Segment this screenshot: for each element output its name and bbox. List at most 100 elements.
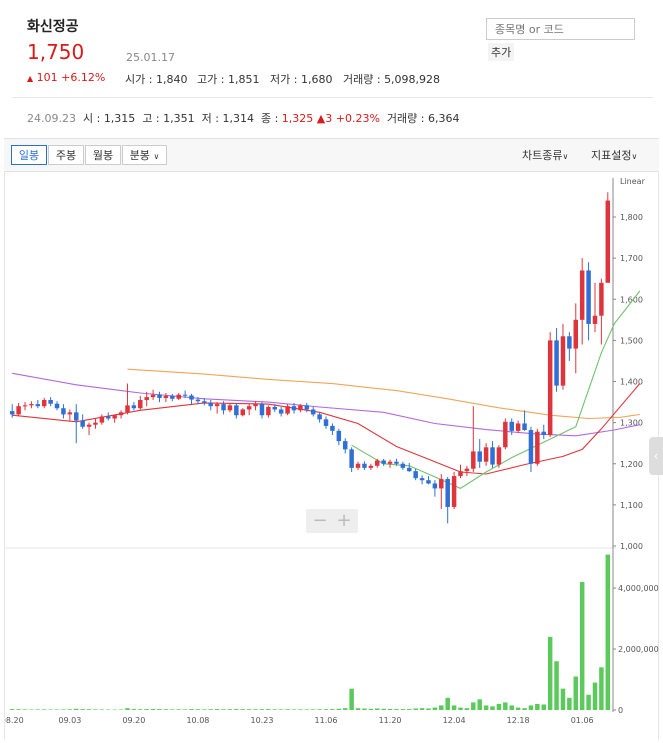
- candle-body: [509, 421, 514, 431]
- candle-body: [387, 461, 393, 464]
- candle-body: [445, 478, 450, 507]
- add-button[interactable]: 추가: [488, 43, 515, 61]
- candle-body: [125, 405, 130, 413]
- candle-body: [426, 480, 431, 484]
- volume-bar: [234, 709, 239, 710]
- candle-body: [573, 319, 579, 349]
- volume-bar: [560, 688, 566, 710]
- up-arrow-icon: ▲: [27, 74, 34, 83]
- chevron-left-icon: ‹: [653, 449, 659, 463]
- candlestick-chart[interactable]: Linear1,8001,7001,6001,5001,4001,3001,20…: [5, 172, 660, 740]
- candle-body: [131, 405, 137, 409]
- volume-bar: [93, 709, 98, 710]
- volume-bar: [362, 708, 367, 710]
- candle-body: [266, 407, 271, 416]
- low-price: 저가 : 1,680: [270, 73, 333, 86]
- volume-bar: [599, 667, 604, 710]
- candle-body: [182, 394, 188, 396]
- volume-bar: [541, 704, 546, 710]
- candle-body: [61, 408, 66, 415]
- candle-body: [464, 468, 470, 472]
- candle-body: [336, 430, 342, 442]
- candle-body: [458, 471, 463, 477]
- volume-bar: [41, 709, 47, 710]
- candle-body: [400, 463, 406, 468]
- volume-bar: [170, 709, 175, 710]
- zoom-in-button[interactable]: +: [332, 511, 356, 531]
- indicator-menu[interactable]: 지표설정∨: [591, 147, 637, 163]
- candle-body: [285, 406, 290, 414]
- candle-body: [451, 476, 457, 507]
- candle-body: [259, 404, 265, 416]
- candle-body: [93, 422, 98, 425]
- price-tick-label: 1,400: [620, 378, 643, 387]
- tab-daily[interactable]: 일봉: [11, 145, 47, 165]
- zoom-out-button[interactable]: −: [308, 511, 332, 531]
- volume-bar: [445, 697, 450, 710]
- volume-bar: [477, 699, 482, 710]
- candle-body: [163, 395, 169, 398]
- volume-bar: [451, 705, 457, 710]
- price-scale-label: Linear: [620, 177, 646, 186]
- candle-body: [74, 412, 79, 421]
- change-amount: 101: [36, 71, 58, 84]
- candle-body: [394, 461, 399, 464]
- volume-bar: [298, 709, 303, 710]
- volume-bar: [381, 708, 386, 710]
- candle-body: [535, 431, 540, 464]
- x-tick-label: 11.20: [379, 716, 402, 725]
- chart-type-menu[interactable]: 차트종류∨: [522, 147, 568, 163]
- volume-tick-label: 4,000,000: [618, 584, 659, 593]
- volume-bar: [157, 709, 162, 710]
- candle-body: [118, 412, 124, 416]
- candle-body: [317, 414, 322, 420]
- search-input[interactable]: [486, 18, 635, 40]
- volume-bar: [426, 708, 431, 710]
- tab-monthly[interactable]: 월봉: [85, 145, 121, 165]
- volume-bar: [355, 708, 361, 710]
- candle-body: [541, 431, 546, 435]
- price-tick-label: 1,500: [620, 336, 643, 345]
- candle-body: [214, 404, 220, 407]
- candle-body: [234, 405, 239, 416]
- candle-body: [432, 483, 438, 489]
- candle-body: [439, 478, 444, 489]
- x-tick-label: 08.20: [5, 716, 24, 725]
- ma20-line: [12, 383, 641, 475]
- x-tick-label: 01.06: [571, 716, 594, 725]
- volume-bar: [48, 709, 53, 711]
- candle-body: [567, 336, 572, 349]
- candle-body: [221, 404, 226, 411]
- volume-bar: [61, 709, 66, 710]
- open-price: 시가 : 1,840: [125, 73, 188, 86]
- tab-weekly[interactable]: 주봉: [48, 145, 84, 165]
- candle-body: [157, 394, 162, 398]
- candle-body: [471, 451, 476, 469]
- candle-body: [586, 270, 591, 324]
- volume-bar: [554, 661, 559, 710]
- tab-minute[interactable]: 분봉 ∨: [122, 145, 167, 165]
- volume-bar: [509, 705, 514, 710]
- candle-body: [208, 402, 213, 407]
- x-tick-label: 10.23: [251, 716, 274, 725]
- volume-bar: [336, 708, 342, 710]
- volume-bar: [195, 709, 201, 710]
- volume-bar: [349, 688, 354, 710]
- side-panel-toggle[interactable]: ‹: [649, 437, 663, 475]
- volume-bar: [240, 709, 245, 710]
- candle-body: [419, 478, 425, 481]
- volume-bar: [150, 708, 156, 710]
- candle-body: [342, 441, 348, 450]
- volume-bar: [131, 709, 137, 710]
- candle-body: [407, 467, 412, 472]
- volume-bar: [413, 708, 418, 710]
- volume-bar: [323, 709, 329, 710]
- candle-body: [9, 411, 15, 415]
- candle-body: [246, 406, 252, 410]
- candle-body: [323, 419, 329, 426]
- volume-bar: [330, 709, 335, 710]
- volume-bar: [227, 709, 233, 710]
- candle-body: [176, 394, 181, 399]
- volume-bar: [176, 709, 181, 710]
- volume-bar: [490, 706, 495, 710]
